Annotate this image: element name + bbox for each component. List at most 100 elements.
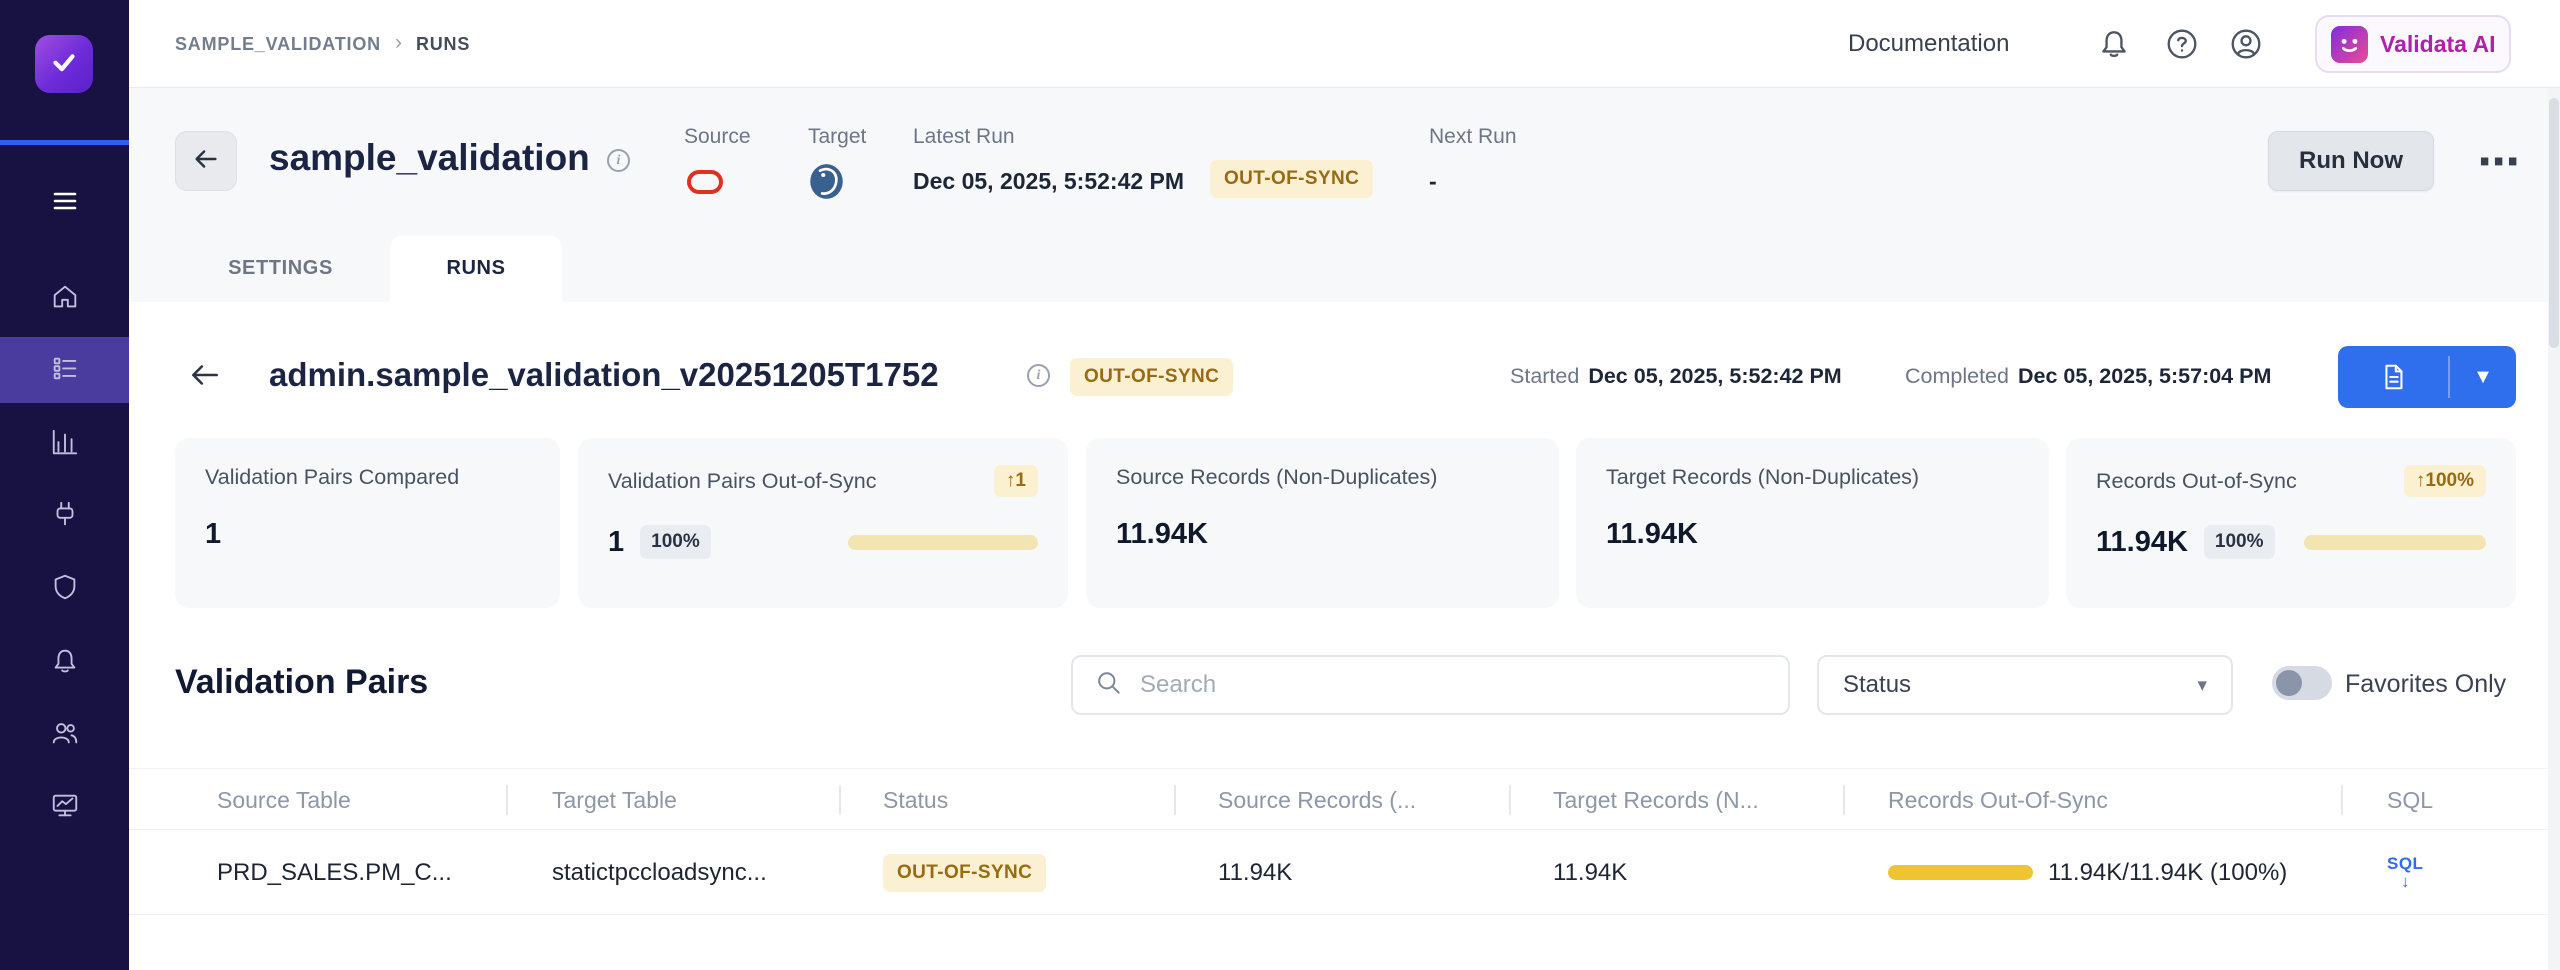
col-target-table[interactable]: Target Table <box>552 769 677 831</box>
started-label: Started <box>1510 364 1579 388</box>
chevron-down-icon[interactable]: ▼ <box>2450 346 2516 408</box>
notification-bell-icon[interactable] <box>2097 27 2131 61</box>
stat-value: 11.94K <box>1606 518 1698 551</box>
latest-run-value: Dec 05, 2025, 5:52:42 PM <box>913 168 1184 195</box>
run-now-button[interactable]: Run Now <box>2268 131 2434 191</box>
run-back-button[interactable] <box>185 357 225 397</box>
stat-progress-bar <box>848 535 1038 550</box>
sidebar-item-alerts[interactable] <box>0 630 129 696</box>
back-button[interactable] <box>175 131 237 191</box>
plug-icon <box>50 499 80 534</box>
account-icon[interactable] <box>2229 27 2263 61</box>
stat-card-pairs-out-of-sync: Validation Pairs Out-of-Sync ↑1 1 100% <box>578 438 1068 608</box>
section-title: Validation Pairs <box>175 663 428 702</box>
breadcrumb: SAMPLE_VALIDATION › RUNS <box>175 0 470 88</box>
stat-progress-bar <box>2304 535 2486 550</box>
completed-value: Dec 05, 2025, 5:57:04 PM <box>2018 364 2271 388</box>
next-run-label: Next Run <box>1429 125 1517 149</box>
stat-delta-badge: ↑1 <box>994 465 1038 497</box>
completed-label: Completed <box>1905 364 2009 388</box>
favorites-only-label: Favorites Only <box>2345 670 2506 699</box>
stat-label: Source Records (Non-Duplicates) <box>1116 465 1437 490</box>
col-source-records[interactable]: Source Records (... <box>1218 769 1416 831</box>
sidebar-item-monitoring[interactable] <box>0 774 129 840</box>
stat-label: Target Records (Non-Duplicates) <box>1606 465 1919 490</box>
tab-runs[interactable]: RUNS <box>390 235 562 302</box>
stat-pct-badge: 100% <box>640 525 711 559</box>
run-status-badge: OUT-OF-SYNC <box>1070 358 1233 396</box>
latest-run-status-badge: OUT-OF-SYNC <box>1210 160 1373 198</box>
status-filter-select[interactable]: Status ▾ <box>1817 655 2233 715</box>
shield-icon <box>50 572 80 607</box>
toggle-knob <box>2276 670 2302 696</box>
stat-card-target-records: Target Records (Non-Duplicates) 11.94K <box>1576 438 2049 608</box>
topbar: SAMPLE_VALIDATION › RUNS Documentation V… <box>129 0 2560 88</box>
breadcrumb-parent[interactable]: SAMPLE_VALIDATION <box>175 34 381 55</box>
col-target-records[interactable]: Target Records (N... <box>1553 769 1759 831</box>
sidebar-item-reports[interactable] <box>0 411 129 477</box>
target-label: Target <box>808 125 866 149</box>
column-divider <box>506 785 508 815</box>
stat-value: 1 <box>608 526 624 559</box>
sidebar-item-connections[interactable] <box>0 483 129 549</box>
col-sql[interactable]: SQL <box>2387 769 2433 831</box>
run-title: admin.sample_validation_v20251205T1752 <box>269 356 939 394</box>
table-row[interactable]: PRD_SALES.PM_C... statictpccloadsync... … <box>129 830 2560 915</box>
stat-pct-badge: 100% <box>2204 525 2275 559</box>
back-arrow-icon <box>191 144 221 179</box>
stat-value: 11.94K <box>2096 526 2188 559</box>
tab-settings[interactable]: SETTINGS <box>171 235 390 302</box>
chevron-down-icon: ▾ <box>2197 674 2207 697</box>
info-icon[interactable]: i <box>1027 364 1050 387</box>
sidebar-item-security[interactable] <box>0 556 129 622</box>
bell-icon <box>50 646 80 681</box>
stat-label: Records Out-of-Sync <box>2096 469 2297 494</box>
scrollbar-thumb[interactable] <box>2549 98 2559 348</box>
sidebar-item-home[interactable] <box>0 266 129 332</box>
sql-download-icon[interactable]: SQL ↓ <box>2387 855 2423 890</box>
source-label: Source <box>684 125 751 149</box>
column-divider <box>2341 785 2343 815</box>
back-arrow-icon <box>188 358 222 397</box>
stat-card-records-out-of-sync: Records Out-of-Sync ↑100% 11.94K 100% <box>2066 438 2516 608</box>
favorites-only-toggle[interactable] <box>2272 666 2332 700</box>
started-value: Dec 05, 2025, 5:52:42 PM <box>1588 364 1841 388</box>
search-box <box>1071 655 1790 715</box>
row-out-of-sync-text: 11.94K/11.94K (100%) <box>2048 859 2287 887</box>
users-icon <box>50 718 80 753</box>
sidebar-item-users[interactable] <box>0 702 129 768</box>
cell-records-out-of-sync: 11.94K/11.94K (100%) <box>1888 830 2287 915</box>
col-status[interactable]: Status <box>883 769 948 831</box>
page-header: sample_validation i Source Target Latest… <box>129 88 2560 302</box>
documentation-link[interactable]: Documentation <box>1848 0 2009 88</box>
main-content: admin.sample_validation_v20251205T1752 i… <box>129 302 2560 970</box>
column-divider <box>1174 785 1176 815</box>
sidebar-menu-toggle[interactable] <box>0 170 129 236</box>
stat-label: Validation Pairs Out-of-Sync <box>608 469 876 494</box>
info-icon[interactable]: i <box>607 149 630 172</box>
app-logo[interactable] <box>35 35 93 93</box>
oracle-source-icon <box>687 170 723 194</box>
app-root: SAMPLE_VALIDATION › RUNS Documentation V… <box>0 0 2560 970</box>
stat-value: 1 <box>205 518 221 551</box>
col-records-out-of-sync[interactable]: Records Out-Of-Sync <box>1888 769 2108 831</box>
column-divider <box>1843 785 1845 815</box>
file-export-icon <box>2338 346 2448 408</box>
more-actions-button[interactable]: ⋯ <box>2465 132 2535 190</box>
bar-chart-icon <box>50 427 80 462</box>
brand-name: Validata AI <box>2380 31 2495 58</box>
breadcrumb-current: RUNS <box>416 34 470 55</box>
home-icon <box>50 282 80 317</box>
stat-card-source-records: Source Records (Non-Duplicates) 11.94K <box>1086 438 1559 608</box>
brand-badge[interactable]: Validata AI <box>2315 15 2511 73</box>
help-icon[interactable] <box>2165 27 2199 61</box>
search-icon <box>1095 669 1122 701</box>
search-input[interactable] <box>1140 671 1766 699</box>
sidebar-accent-bar <box>0 140 129 145</box>
col-source-table[interactable]: Source Table <box>217 769 351 831</box>
logo-check-icon <box>47 45 81 84</box>
status-filter-label: Status <box>1843 671 1911 699</box>
column-divider <box>1509 785 1511 815</box>
sidebar-item-validations[interactable] <box>0 337 129 403</box>
export-report-button[interactable]: ▼ <box>2338 346 2516 408</box>
